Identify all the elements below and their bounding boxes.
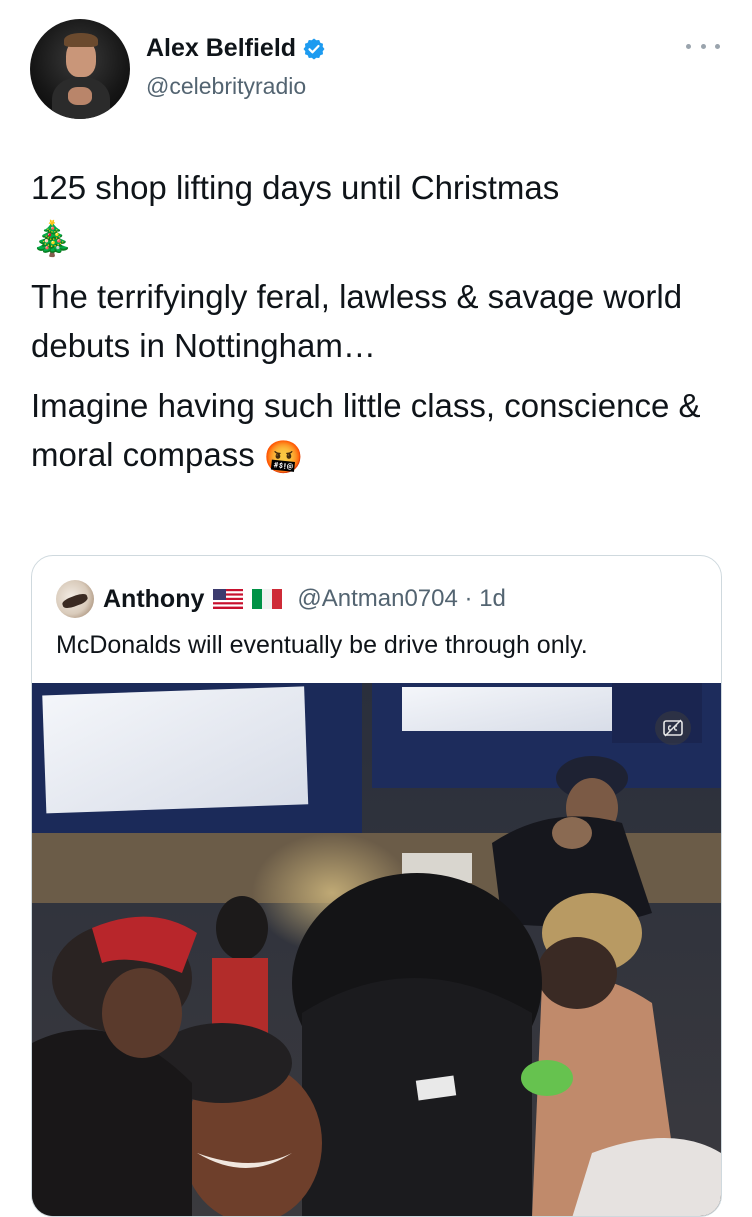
quoted-author-avatar[interactable]: [56, 580, 94, 618]
author-display-name[interactable]: Alex Belfield: [146, 34, 296, 63]
tweet: Alex Belfield @celebrityradio 125 shop l…: [0, 0, 752, 1217]
time-separator: ·: [464, 585, 473, 612]
us-flag-icon: [213, 589, 244, 609]
quoted-tweet-header: Anthony @Antman0704 · 1d: [56, 580, 506, 618]
italy-flag-icon: [252, 589, 283, 609]
quoted-author-name[interactable]: Anthony: [103, 585, 204, 614]
author-name-row[interactable]: Alex Belfield: [146, 34, 326, 63]
verified-badge-icon: [302, 37, 326, 61]
tweet-text: 125 shop lifting days until Christmas 🎄 …: [31, 163, 731, 493]
quoted-tweet-time: 1d: [479, 585, 506, 612]
tweet-paragraph-1: 125 shop lifting days until Christmas 🎄: [31, 169, 560, 259]
author-avatar[interactable]: [30, 19, 130, 119]
christmas-tree-emoji: 🎄: [31, 220, 74, 259]
more-options-icon[interactable]: [686, 36, 720, 56]
angry-face-emoji: 🤬: [263, 438, 304, 475]
closed-captions-icon[interactable]: [655, 711, 691, 745]
quoted-author-handle[interactable]: @Antman0704 · 1d: [297, 585, 506, 613]
quoted-tweet-card[interactable]: Anthony @Antman0704 · 1d McDonalds will …: [31, 555, 722, 1217]
tweet-paragraph-2: The terrifyingly feral, lawless & savage…: [31, 278, 683, 364]
video-player[interactable]: [32, 683, 721, 1216]
tweet-paragraph-3: Imagine having such little class, consci…: [31, 381, 731, 482]
quoted-tweet-text: McDonalds will eventually be drive throu…: [56, 631, 588, 659]
author-handle[interactable]: @celebrityradio: [146, 73, 306, 100]
video-frame: [32, 683, 721, 1216]
